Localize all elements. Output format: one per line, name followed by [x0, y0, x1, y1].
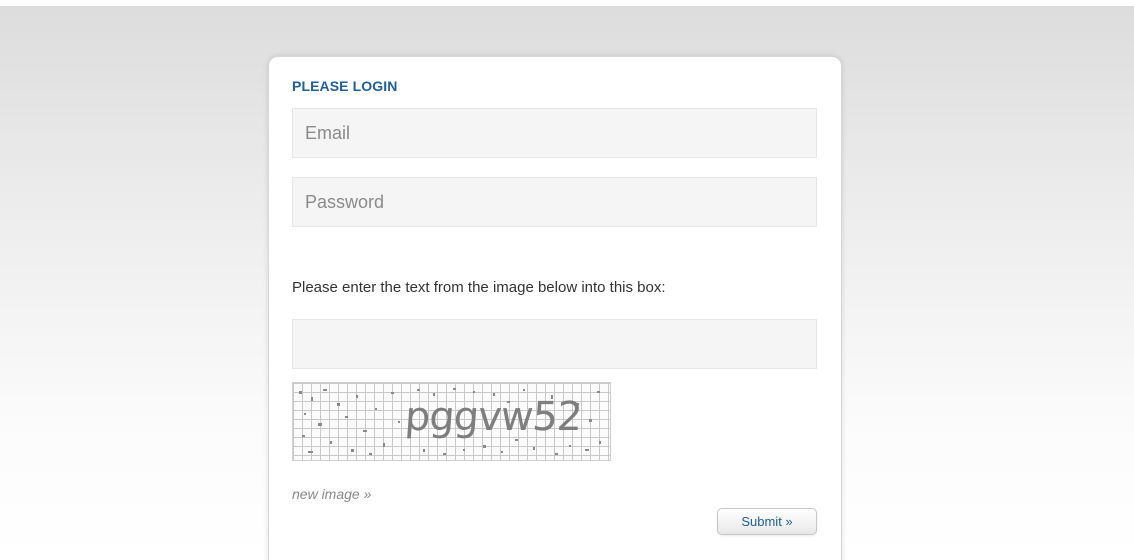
captcha-image: pggvw52 — [292, 382, 611, 461]
submit-button[interactable]: Submit » — [717, 508, 817, 535]
email-field[interactable] — [292, 108, 817, 158]
top-strip — [0, 0, 1134, 6]
login-card: PLEASE LOGIN Please enter the text from … — [268, 56, 842, 560]
captcha-input[interactable] — [292, 319, 817, 369]
password-field[interactable] — [292, 177, 817, 227]
captcha-instructions: Please enter the text from the image bel… — [292, 279, 666, 296]
captcha-text: pggvw52 — [403, 394, 584, 440]
new-image-link[interactable]: new image » — [292, 486, 371, 502]
login-title: PLEASE LOGIN — [292, 78, 398, 94]
